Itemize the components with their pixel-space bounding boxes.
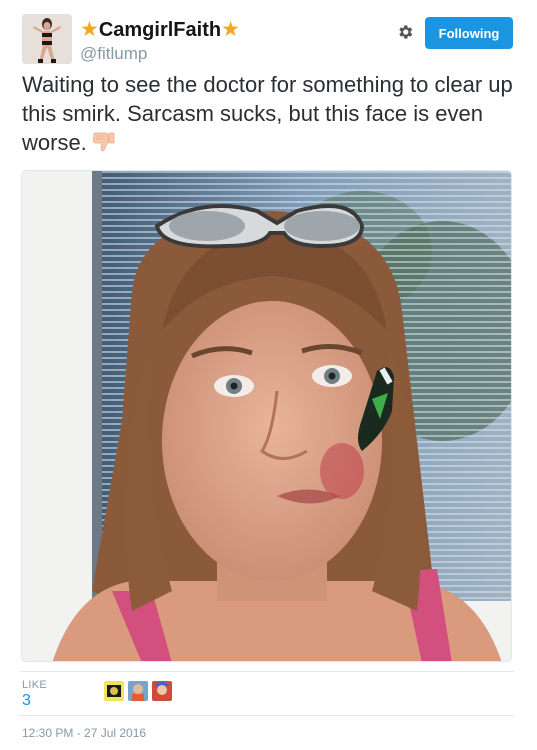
divider (20, 715, 514, 716)
tweet-text: Waiting to see the doctor for something … (22, 70, 517, 157)
liker-avatar[interactable] (104, 681, 124, 701)
liker-avatar[interactable] (152, 681, 172, 701)
thumbs-down-icon (91, 130, 117, 154)
author-name-row[interactable]: ★ CamgirlFaith ★ (80, 17, 240, 43)
avatar-image (22, 14, 72, 64)
star-icon: ★ (221, 18, 240, 41)
tweet-timestamp[interactable]: 12:30 PM - 27 Jul 2016 (22, 726, 146, 740)
tweet-card: ★ CamgirlFaith ★ @fitlump Following Wait… (0, 0, 537, 750)
following-button[interactable]: Following (425, 17, 513, 49)
like-count[interactable]: 3 (22, 692, 31, 710)
tweet-photo[interactable] (21, 170, 512, 662)
author-avatar[interactable] (22, 14, 72, 64)
author-display-name[interactable]: CamgirlFaith (99, 17, 221, 43)
gear-icon[interactable] (393, 20, 417, 44)
selfie-image (22, 171, 511, 661)
divider (20, 671, 514, 672)
liker-avatars (104, 681, 172, 701)
author-handle[interactable]: @fitlump (80, 44, 147, 64)
star-icon: ★ (80, 18, 99, 41)
liker-avatar[interactable] (128, 681, 148, 701)
like-label: LIKE (22, 679, 48, 691)
